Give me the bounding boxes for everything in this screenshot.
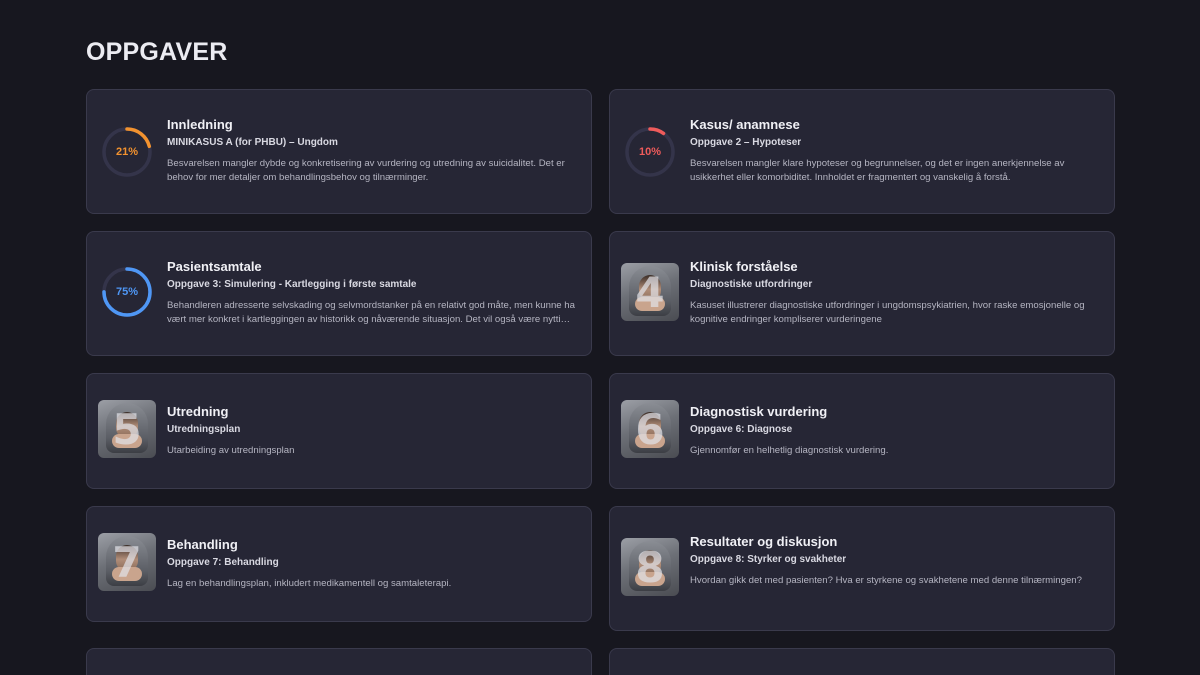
- task-card-9[interactable]: [86, 648, 592, 675]
- card-title: Diagnostisk vurdering: [690, 404, 828, 419]
- card-description: Utarbeiding av utredningsplan: [167, 445, 295, 456]
- card-subtitle: Oppgave 8: Styrker og svakheter: [690, 554, 847, 565]
- card-subtitle: Diagnostiske utfordringer: [690, 279, 813, 290]
- progress-label: 21%: [115, 146, 139, 158]
- card-subtitle: Oppgave 7: Behandling: [167, 557, 279, 568]
- hooded-person-thumbnail: 6: [621, 400, 679, 458]
- card-title: Utredning: [167, 404, 229, 419]
- progress-ring: 21%: [101, 126, 153, 178]
- card-description: Besvarelsen mangler klare hypoteser og b…: [690, 158, 1065, 183]
- task-card-4[interactable]: 4 Klinisk forståelse Diagnostiske utford…: [609, 231, 1115, 356]
- card-subtitle: Oppgave 6: Diagnose: [690, 424, 793, 435]
- card-description: Kasuset illustrerer diagnostiske utfordr…: [690, 300, 1085, 325]
- task-card-7[interactable]: 7 Behandling Oppgave 7: Behandling Lag e…: [86, 506, 592, 622]
- card-title: Klinisk forståelse: [690, 259, 798, 274]
- card-title: Resultater og diskusjon: [690, 534, 838, 549]
- page: OPPGAVER 21% Innledning MINIKASUS A (for…: [0, 0, 1200, 675]
- hooded-person-thumbnail: 5: [98, 400, 156, 458]
- hooded-person-thumbnail: 8: [621, 538, 679, 596]
- task-card-3[interactable]: 75% Pasientsamtale Oppgave 3: Simulering…: [86, 231, 592, 356]
- task-card-10[interactable]: [609, 648, 1115, 675]
- task-number: 8: [635, 542, 665, 592]
- card-description: Besvarelsen mangler dybde og konkretiser…: [167, 158, 565, 183]
- card-subtitle: MINIKASUS A (for PHBU) – Ungdom: [167, 137, 338, 148]
- card-subtitle: Oppgave 3: Simulering - Kartlegging i fø…: [167, 279, 417, 290]
- progress-label: 10%: [638, 146, 662, 158]
- task-card-1[interactable]: 21% Innledning MINIKASUS A (for PHBU) – …: [86, 89, 592, 214]
- hooded-person-thumbnail: 7: [98, 533, 156, 591]
- task-number: 5: [112, 404, 142, 454]
- task-card-8[interactable]: 8 Resultater og diskusjon Oppgave 8: Sty…: [609, 506, 1115, 631]
- task-card-2[interactable]: 10% Kasus/ anamnese Oppgave 2 – Hypotese…: [609, 89, 1115, 214]
- progress-label: 75%: [115, 286, 139, 298]
- card-title: Behandling: [167, 537, 238, 552]
- card-description: Behandleren adresserte selvskading og se…: [167, 300, 575, 325]
- task-card-6[interactable]: 6 Diagnostisk vurdering Oppgave 6: Diagn…: [609, 373, 1115, 489]
- task-card-5[interactable]: 5 Utredning Utredningsplan Utarbeiding a…: [86, 373, 592, 489]
- card-title: Kasus/ anamnese: [690, 117, 800, 132]
- card-description: Lag en behandlingsplan, inkludert medika…: [167, 578, 452, 589]
- card-description: Gjennomfør en helhetlig diagnostisk vurd…: [690, 445, 889, 456]
- progress-ring: 10%: [624, 126, 676, 178]
- card-description: Hvordan gikk det med pasienten? Hva er s…: [690, 575, 1082, 586]
- card-title: Innledning: [167, 117, 233, 132]
- progress-ring: 75%: [101, 266, 153, 318]
- hooded-person-thumbnail: 4: [621, 263, 679, 321]
- task-number: 6: [635, 404, 665, 454]
- task-number: 4: [635, 267, 665, 317]
- card-subtitle: Utredningsplan: [167, 424, 241, 435]
- card-title: Pasientsamtale: [167, 259, 262, 274]
- card-subtitle: Oppgave 2 – Hypoteser: [690, 137, 802, 148]
- page-title: OPPGAVER: [86, 38, 228, 66]
- task-number: 7: [112, 537, 142, 587]
